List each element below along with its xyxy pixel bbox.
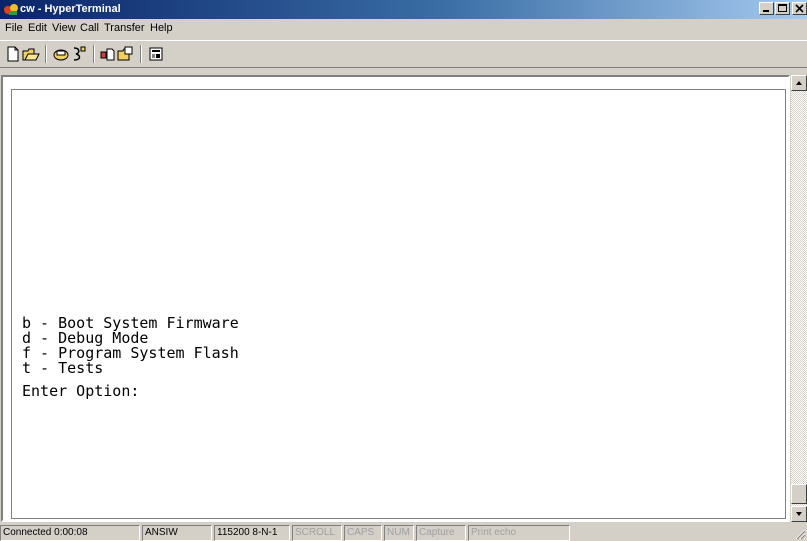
maximize-button[interactable] [775,2,790,15]
minimize-icon [763,10,769,12]
receive-icon[interactable] [117,45,135,63]
minimize-button[interactable] [759,2,774,15]
hyperterminal-app-icon[interactable] [3,2,19,16]
status-emulation: ANSIW [142,525,212,541]
terminal-line: Enter Option: [22,382,140,400]
status-connected: Connected 0:00:08 [0,525,140,541]
menu-view[interactable]: View [52,22,76,35]
scroll-down-button[interactable] [791,506,807,522]
close-button[interactable] [792,2,807,15]
resize-grip-icon[interactable] [794,528,806,540]
arrow-down-icon [796,512,802,516]
terminal-output: b - Boot System Firmware d - Debug Mode f … [22,316,239,399]
menu-file[interactable]: File [5,22,23,35]
toolbar-separator [93,45,95,63]
toolbar [0,40,807,68]
menu-call[interactable]: Call [80,22,99,35]
toolbar-separator [140,45,142,63]
terminal-line: t - Tests [22,359,104,377]
scroll-up-button[interactable] [791,75,807,91]
status-print-echo: Print echo [468,525,570,541]
title-bar[interactable]: cw - HyperTerminal [0,0,807,19]
vertical-scrollbar[interactable] [791,75,807,522]
properties-icon[interactable] [147,45,165,63]
connect-icon[interactable] [52,45,70,63]
status-caps: CAPS [344,525,382,541]
hyperterminal-window: cw - HyperTerminal File Edit View Call T… [0,0,807,541]
new-icon[interactable] [4,45,22,63]
send-icon[interactable] [99,45,117,63]
open-icon[interactable] [22,45,40,63]
scroll-thumb[interactable] [791,484,807,504]
window-title: cw - HyperTerminal [20,3,121,15]
toolbar-separator [45,45,47,63]
status-scroll: SCROLL [292,525,342,541]
disconnect-icon[interactable] [70,45,88,63]
arrow-up-icon [796,81,802,85]
menu-transfer[interactable]: Transfer [104,22,145,35]
terminal-screen[interactable]: b - Boot System Firmware d - Debug Mode f … [11,89,786,519]
status-capture: Capture [416,525,466,541]
menu-edit[interactable]: Edit [28,22,47,35]
menu-bar: File Edit View Call Transfer Help [0,19,807,38]
status-settings: 115200 8-N-1 [214,525,290,541]
status-bar: Connected 0:00:08 ANSIW 115200 8-N-1 SCR… [0,523,807,541]
status-num: NUM [384,525,414,541]
menu-help[interactable]: Help [150,22,173,35]
maximize-icon [778,4,787,12]
close-icon [795,4,804,13]
terminal-frame: b - Boot System Firmware d - Debug Mode f … [1,75,790,522]
